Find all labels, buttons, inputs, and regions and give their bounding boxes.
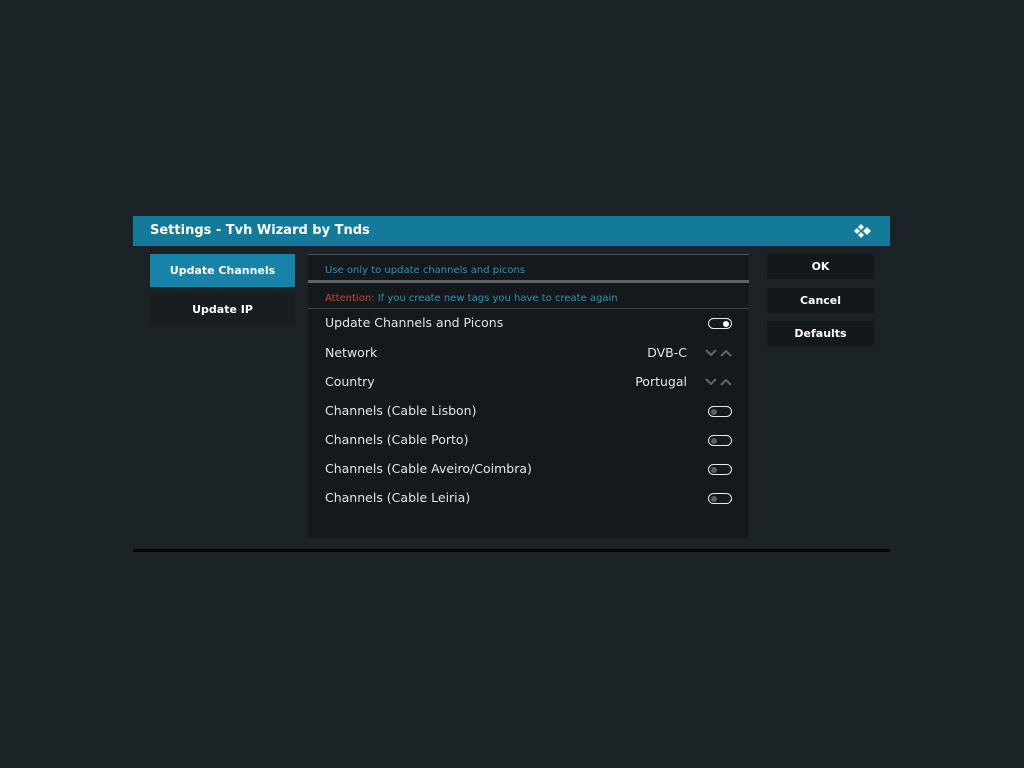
- setting-channels-cable-lisbon[interactable]: Channels (Cable Lisbon): [308, 397, 749, 425]
- setting-value: Portugal: [635, 374, 687, 389]
- dialog-header: Settings - Tvh Wizard by Tnds: [133, 216, 890, 246]
- setting-network[interactable]: Network DVB-C: [308, 339, 749, 367]
- ok-button[interactable]: OK: [767, 254, 874, 279]
- kodi-logo-icon: [854, 224, 871, 238]
- defaults-button[interactable]: Defaults: [767, 321, 874, 346]
- attention-label: Attention:: [325, 293, 375, 304]
- setting-label: Channels (Cable Lisbon): [325, 403, 477, 418]
- toggle-switch[interactable]: [708, 406, 732, 417]
- dialog-bottom-border: [133, 549, 890, 552]
- toggle-switch[interactable]: [708, 464, 732, 475]
- description-text: Use only to update channels and picons: [325, 265, 526, 276]
- settings-dialog: Settings - Tvh Wizard by Tnds Update Cha…: [133, 216, 890, 554]
- description-divider: [308, 280, 749, 283]
- setting-update-channels-picons[interactable]: Update Channels and Picons: [308, 309, 749, 337]
- attention-text: Attention: If you create new tags you ha…: [325, 293, 618, 304]
- spinner-arrows-icon[interactable]: [705, 347, 732, 359]
- toggle-switch[interactable]: [708, 493, 732, 504]
- setting-channels-cable-leiria[interactable]: Channels (Cable Leiria): [308, 484, 749, 512]
- cancel-button[interactable]: Cancel: [767, 288, 874, 313]
- setting-label: Network: [325, 345, 378, 360]
- setting-label: Country: [325, 374, 375, 389]
- setting-label: Channels (Cable Aveiro/Coimbra): [325, 461, 532, 476]
- setting-country[interactable]: Country Portugal: [308, 368, 749, 396]
- setting-label: Channels (Cable Porto): [325, 432, 469, 447]
- category-update-ip[interactable]: Update IP: [150, 293, 295, 326]
- spinner-arrows-icon[interactable]: [705, 376, 732, 388]
- dialog-title: Settings - Tvh Wizard by Tnds: [150, 223, 370, 238]
- setting-label: Channels (Cable Leiria): [325, 490, 471, 505]
- toggle-switch[interactable]: [708, 435, 732, 446]
- toggle-switch[interactable]: [708, 318, 732, 329]
- setting-channels-cable-porto[interactable]: Channels (Cable Porto): [308, 426, 749, 454]
- setting-label: Update Channels and Picons: [325, 315, 504, 330]
- setting-channels-cable-aveiro-coimbra[interactable]: Channels (Cable Aveiro/Coimbra): [308, 455, 749, 483]
- setting-value: DVB-C: [647, 345, 687, 360]
- attention-message: If you create new tags you have to creat…: [374, 293, 618, 304]
- dialog-body: Update Channels Update IP Use only to up…: [133, 246, 890, 548]
- panel-top-divider: [308, 254, 749, 255]
- settings-panel: Use only to update channels and picons A…: [308, 254, 749, 538]
- category-update-channels[interactable]: Update Channels: [150, 254, 295, 287]
